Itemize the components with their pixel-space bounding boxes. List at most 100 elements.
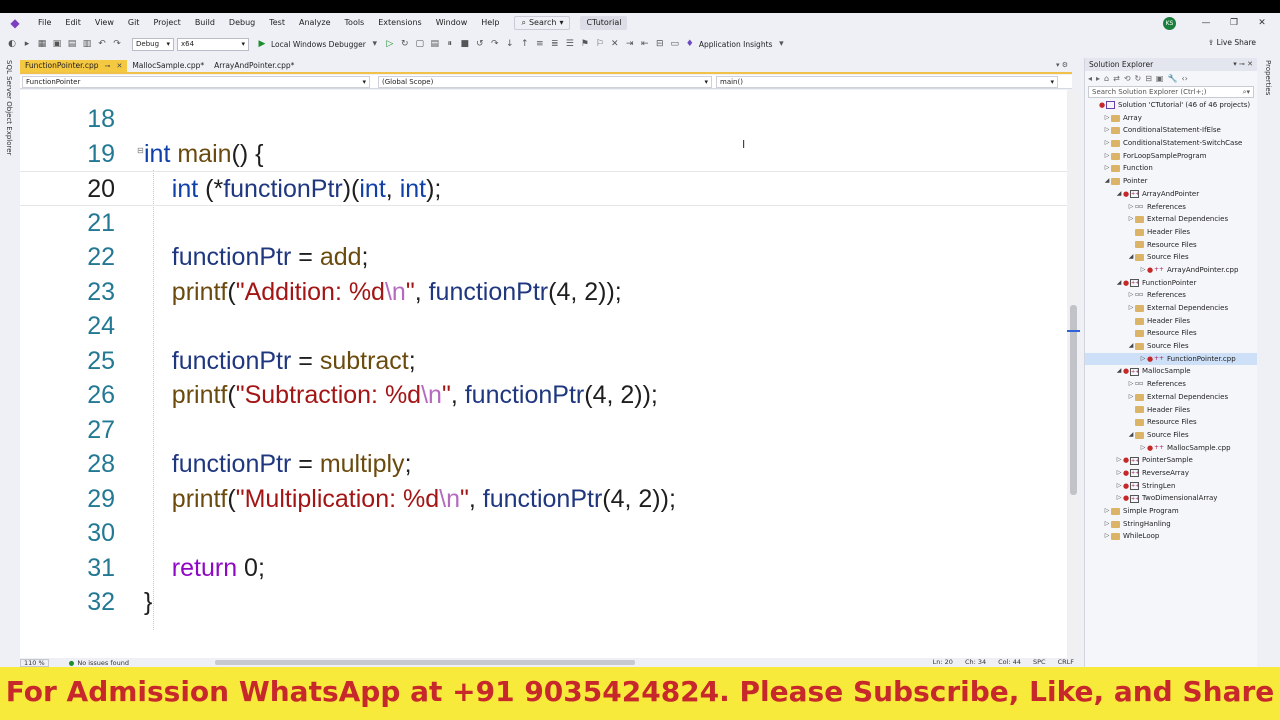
expand-arrow-icon[interactable]: ◢ [1103, 175, 1111, 188]
expand-arrow-icon[interactable]: ◢ [1115, 277, 1123, 290]
collapse-all-icon[interactable]: ⊟ [1145, 74, 1152, 83]
expand-arrow-icon[interactable]: ▷ [1103, 124, 1111, 137]
back-icon[interactable]: ◐ [6, 38, 18, 50]
tree-node-header-files[interactable]: Header Files [1085, 315, 1257, 328]
file-scope-select[interactable]: FunctionPointer ▾ [22, 75, 370, 88]
tree-node-functionpointer-cpp[interactable]: ▷ ● ++ FunctionPointer.cpp [1085, 352, 1257, 366]
application-insights-button[interactable]: Application Insights [699, 40, 773, 49]
tree-node-source-files[interactable]: ◢ Source Files [1085, 251, 1257, 264]
tree-node-references[interactable]: ▷ ▫▫ References [1085, 289, 1257, 302]
code-line[interactable]: 18 [20, 102, 1067, 137]
bookmark-icon[interactable]: ⚑ [579, 38, 591, 50]
back-icon[interactable]: ◂ [1088, 74, 1092, 83]
config-select[interactable]: Debug ▾ [132, 37, 174, 51]
stop-icon[interactable]: ■ [459, 38, 471, 50]
tree-node-mallocsample-cpp[interactable]: ▷ ● ++ MallocSample.cpp [1085, 442, 1257, 455]
bookmark-next-icon[interactable]: ⚐ [594, 38, 606, 50]
platform-select[interactable]: x64 ▾ [177, 37, 249, 51]
tree-node-resource-files[interactable]: Resource Files [1085, 327, 1257, 340]
uncomment-icon[interactable]: ☰ [564, 38, 576, 50]
code-line[interactable]: 26 printf("Subtraction: %d\n", functionP… [20, 378, 1067, 413]
redo-icon[interactable]: ↷ [111, 38, 123, 50]
step-into-icon[interactable]: ↓ [504, 38, 516, 50]
code-line[interactable]: 30 [20, 516, 1067, 551]
scroll-thumb[interactable] [1070, 305, 1077, 495]
tab-function-pointer[interactable]: FunctionPointer.cpp ⊸ ✕ [20, 60, 128, 72]
avatar[interactable]: KS [1163, 17, 1176, 30]
code-line[interactable]: 25 functionPtr = subtract; [20, 344, 1067, 379]
vertical-scrollbar[interactable] [1067, 90, 1080, 658]
solution-search-input[interactable]: Search Solution Explorer (Ctrl+;) ⌕▾ [1088, 86, 1254, 98]
expand-arrow-icon[interactable]: ▷ [1139, 442, 1147, 455]
tab-overflow-icon[interactable]: ▾ ⚙ [1056, 61, 1068, 69]
tree-node-stringhanling[interactable]: ▷ StringHanling [1085, 518, 1257, 531]
format-icon[interactable]: ≡ [534, 38, 546, 50]
expand-arrow-icon[interactable]: ▷ [1103, 162, 1111, 175]
tree-node-references[interactable]: ▷ ▫▫ References [1085, 378, 1257, 391]
expand-arrow-icon[interactable]: ▷ [1127, 213, 1135, 226]
horizontal-scrollbar[interactable] [215, 660, 635, 665]
menu-item-build[interactable]: Build [188, 13, 222, 33]
code-line[interactable]: 27 [20, 413, 1067, 448]
tree-node-function[interactable]: ▷ Function [1085, 162, 1257, 175]
code-line[interactable]: 21 [20, 206, 1067, 241]
issues-label[interactable]: No issues found [77, 659, 129, 667]
tree-node-mallocsample[interactable]: ◢ ● ++ MallocSample [1085, 365, 1257, 378]
tab-malloc-sample[interactable]: MallocSample.cpp* [127, 60, 209, 72]
expand-arrow-icon[interactable]: ▷ [1103, 112, 1111, 125]
menu-item-git[interactable]: Git [121, 13, 147, 33]
step-out-icon[interactable]: ↑ [519, 38, 531, 50]
home-icon[interactable]: ⌂ [1104, 74, 1109, 83]
menu-item-tools[interactable]: Tools [338, 13, 372, 33]
code-line[interactable]: 24 [20, 309, 1067, 344]
tree-node-functionpointer[interactable]: ◢ ● ++ FunctionPointer [1085, 277, 1257, 290]
expand-arrow-icon[interactable]: ▷ [1115, 480, 1123, 493]
step-over-icon[interactable]: ↷ [489, 38, 501, 50]
menu-item-file[interactable]: File [31, 13, 58, 33]
expand-arrow-icon[interactable]: ▷ [1115, 454, 1123, 467]
expand-arrow-icon[interactable]: ◢ [1127, 340, 1135, 353]
tree-node-stringlen[interactable]: ▷ ● ++ StringLen [1085, 480, 1257, 493]
undo-icon[interactable]: ↶ [96, 38, 108, 50]
align-icon[interactable]: ⊟ [654, 38, 666, 50]
expand-arrow-icon[interactable]: ▷ [1103, 530, 1111, 543]
browser-icon[interactable]: ▢ [414, 38, 426, 50]
tree-node-source-files[interactable]: ◢ Source Files [1085, 429, 1257, 442]
menu-item-test[interactable]: Test [262, 13, 292, 33]
forward-icon[interactable]: ▸ [1096, 74, 1100, 83]
code-line[interactable]: 28 functionPtr = multiply; [20, 447, 1067, 482]
comment-icon[interactable]: ≣ [549, 38, 561, 50]
bookmark-clear-icon[interactable]: ✕ [609, 38, 621, 50]
sql-server-object-explorer-tab[interactable]: SQL Server Object Explorer [5, 60, 13, 155]
tree-node-external-dependencies[interactable]: ▷ External Dependencies [1085, 391, 1257, 404]
close-icon[interactable]: ✕ [116, 60, 122, 72]
show-all-icon[interactable]: ▣ [1156, 74, 1164, 83]
forward-icon[interactable]: ▸ [21, 38, 33, 50]
code-editor[interactable]: ⊟ I 18 19 int main() {20 int (*functionPtr… [20, 90, 1067, 658]
pause-icon[interactable]: ⏸ [444, 38, 456, 50]
indent-icon[interactable]: ⇥ [624, 38, 636, 50]
properties-icon[interactable]: 🔧 [1167, 74, 1177, 83]
run-debugger-button[interactable]: Local Windows Debugger [271, 40, 366, 49]
expand-arrow-icon[interactable]: ▷ [1127, 201, 1135, 214]
chevron-down-icon[interactable]: ▾ [775, 38, 787, 50]
close-icon[interactable]: ✕ [1252, 16, 1272, 30]
menu-item-project[interactable]: Project [146, 13, 187, 33]
tree-node-resource-files[interactable]: Resource Files [1085, 416, 1257, 429]
code-icon[interactable]: ‹› [1181, 74, 1187, 83]
expand-arrow-icon[interactable]: ▷ [1127, 378, 1135, 391]
expand-arrow-icon[interactable]: ▷ [1127, 391, 1135, 404]
tree-node-references[interactable]: ▷ ▫▫ References [1085, 201, 1257, 214]
code-line[interactable]: 32} [20, 585, 1067, 620]
tree-node-solution-ctutorial-46-of-46-projects[interactable]: ● Solution 'CTutorial' (46 of 46 projects… [1085, 99, 1257, 112]
window-icon[interactable]: ▭ [669, 38, 681, 50]
tree-node-pointer[interactable]: ◢ Pointer [1085, 175, 1257, 188]
code-line[interactable]: 31 return 0; [20, 551, 1067, 586]
open-icon[interactable]: ▣ [51, 38, 63, 50]
minimize-icon[interactable]: — [1196, 16, 1216, 30]
menu-item-analyze[interactable]: Analyze [292, 13, 338, 33]
tree-node-source-files[interactable]: ◢ Source Files [1085, 340, 1257, 353]
expand-arrow-icon[interactable]: ▷ [1115, 467, 1123, 480]
tree-node-header-files[interactable]: Header Files [1085, 404, 1257, 417]
tree-node-conditionalstatement-switchcase[interactable]: ▷ ConditionalStatement-SwitchCase [1085, 137, 1257, 150]
